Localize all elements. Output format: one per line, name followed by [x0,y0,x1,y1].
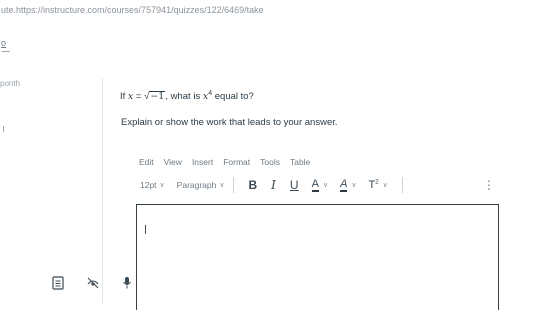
chevron-down-icon: ∨ [159,182,165,189]
question-prefix: If [120,91,128,103]
editor-menubar: Edit View Insert Format Tools Table [139,157,310,171]
menu-view[interactable]: View [164,157,182,171]
sqrt-radicand: −1 [149,91,166,103]
highlight-color-button[interactable]: A ∨ [340,177,357,192]
sidebar-tick [3,126,4,132]
superscript-icon: T2 [368,179,379,191]
chevron-down-icon[interactable]: ∨ [383,181,388,189]
more-options-icon[interactable]: ⋮ [483,178,495,192]
chevron-down-icon[interactable]: ∨ [351,181,356,189]
question-instruction: Explain or show the work that leads to y… [121,117,338,128]
document-icon[interactable] [52,276,64,290]
superscript-button[interactable]: T2 ∨ [369,179,388,191]
bold-button[interactable]: B [249,178,258,192]
block-format-value: Paragraph [176,180,217,190]
menu-insert[interactable]: Insert [192,157,213,171]
chevron-down-icon[interactable]: ∨ [323,181,328,189]
text-caret [145,225,146,234]
menu-format[interactable]: Format [223,157,250,171]
text-color-button[interactable]: A ∨ [311,177,328,192]
address-bar[interactable]: ute.https://instructure.com/courses/7579… [0,0,558,20]
question-text: If x = √−1, what is x4 equal to? [120,90,254,102]
hide-icon[interactable] [86,276,100,290]
sidebar-marker[interactable]: o [1,38,6,48]
chevron-down-icon: ∨ [219,182,225,189]
editor-toolbar: 12pt ∨ Paragraph ∨ B I U A ∨ A ∨ T2 ∨ ⋮ [133,172,501,198]
question-mid: , what is [165,91,203,103]
question-suffix: equal to? [212,91,254,103]
italic-button[interactable]: I [271,178,276,192]
sidebar-divider [2,51,10,52]
menu-edit[interactable]: Edit [139,157,154,171]
toolbar-divider [232,177,234,193]
sidebar-label: ponth [0,79,21,88]
underline-button[interactable]: U [290,178,299,192]
highlight-icon: A [340,177,348,192]
question-equals: = [133,91,145,103]
block-format-select[interactable]: Paragraph ∨ [177,180,225,190]
font-size-select[interactable]: 12pt ∨ [140,180,165,190]
microphone-icon[interactable] [122,276,132,290]
bottom-toolbar [52,276,132,290]
answer-editor[interactable] [136,204,499,310]
toolbar-divider [401,177,403,193]
menu-table[interactable]: Table [290,157,310,171]
menu-tools[interactable]: Tools [260,157,280,171]
text-color-icon: A [311,177,319,192]
font-size-value: 12pt [140,180,157,190]
